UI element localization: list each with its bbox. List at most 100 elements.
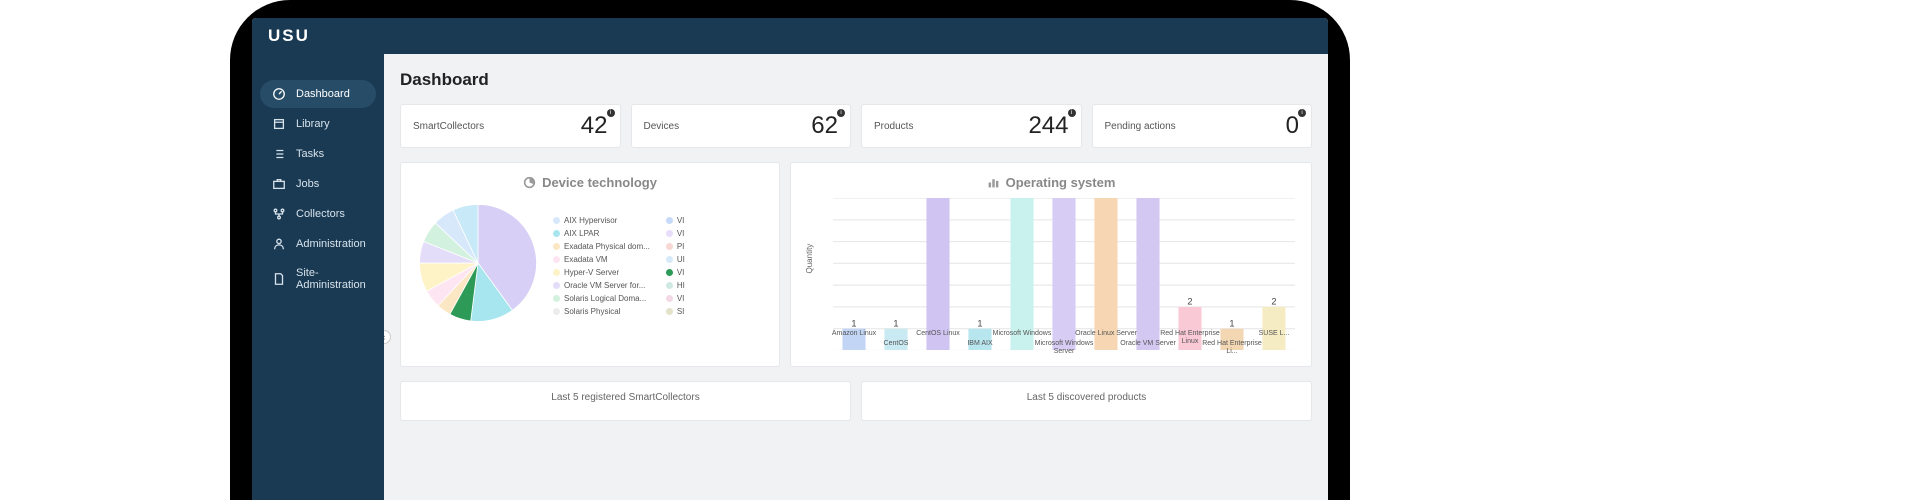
info-icon[interactable]: i [1068, 109, 1076, 117]
legend-label: VI [677, 268, 685, 277]
legend-swatch [666, 295, 673, 302]
legend-swatch [553, 295, 560, 302]
stat-card-smartcollectors[interactable]: iSmartCollectors42 [400, 104, 621, 148]
legend-label: VI [677, 229, 685, 238]
legend-swatch [553, 269, 560, 276]
legend-item[interactable]: Solaris Physical [553, 307, 650, 316]
legend-item[interactable]: PI [666, 242, 685, 251]
bar[interactable] [1094, 198, 1117, 350]
body: Dashboard Library Tasks JobsCollectors Admin… [252, 54, 1328, 500]
legend-label: AIX Hypervisor [564, 216, 617, 225]
stat-label: Devices [644, 121, 680, 132]
legend-swatch [553, 217, 560, 224]
main-content: ‹ Dashboard iSmartCollectors42iDevices62… [384, 54, 1328, 500]
legend-label: Solaris Logical Doma... [564, 294, 646, 303]
legend-item[interactable]: VI [666, 268, 685, 277]
device-frame: USU Dashboard Library Tasks JobsCollectors A… [230, 0, 1350, 500]
bar-category-label: IBM AIX [945, 340, 1015, 348]
legend-label: HI [677, 281, 685, 290]
sidebar-item-collectors[interactable]: Collectors [260, 200, 376, 228]
sidebar-collapse-handle[interactable]: ‹ [384, 330, 391, 344]
legend-label: Exadata VM [564, 255, 608, 264]
legend-label: SI [677, 307, 685, 316]
pie-title-text: Device technology [542, 175, 657, 190]
sidebar-item-dashboard[interactable]: Dashboard [260, 80, 376, 108]
stat-label: Pending actions [1105, 121, 1176, 132]
sidebar-item-library[interactable]: Library [260, 110, 376, 138]
stat-card-pending-actions[interactable]: i Pending actions 0 [1092, 104, 1313, 148]
bar[interactable] [1136, 198, 1159, 350]
legend-swatch [666, 243, 673, 250]
stat-value: 0 [1286, 112, 1299, 140]
library-icon [272, 117, 286, 131]
legend-item[interactable]: HI [666, 281, 685, 290]
sidebar-item-site-administration[interactable]: Site-Administration [260, 260, 376, 298]
bar-chart-icon [987, 176, 1000, 189]
legend-swatch [553, 230, 560, 237]
sidebar-item-label: Dashboard [296, 88, 350, 100]
bar-category-label: CentOS [861, 340, 931, 348]
sidebar: Dashboard Library Tasks JobsCollectors Admin… [252, 54, 384, 500]
pie-legend: AIX Hypervisor AIX LPAR Exadata Physical d… [553, 216, 685, 316]
legend-swatch [553, 243, 560, 250]
info-icon[interactable]: i [1298, 109, 1306, 117]
bar-category-label: Microsoft Windows [987, 330, 1057, 338]
legend-swatch [553, 256, 560, 263]
bar-value-label: 1 [851, 318, 856, 328]
user-icon [272, 237, 286, 251]
legend-item[interactable]: AIX LPAR [553, 229, 650, 238]
stat-value: 62 [811, 112, 838, 140]
legend-item[interactable]: Solaris Logical Doma... [553, 294, 650, 303]
legend-label: VI [677, 294, 685, 303]
legend-item[interactable]: VI [666, 216, 685, 225]
stat-value: 244 [1028, 112, 1068, 140]
sidebar-item-label: Tasks [296, 148, 324, 160]
device-technology-title: Device technology [413, 175, 767, 190]
legend-item[interactable]: AIX Hypervisor [553, 216, 650, 225]
bar[interactable] [926, 198, 949, 350]
bar[interactable] [1010, 198, 1033, 350]
bar-category-label: SUSE L... [1239, 330, 1309, 338]
bar[interactable] [1052, 198, 1075, 350]
bar-category-label: Microsoft Windows Server [1029, 340, 1099, 355]
bar-title-text: Operating system [1006, 175, 1116, 190]
legend-swatch [553, 308, 560, 315]
legend-label: PI [677, 242, 685, 251]
bar-body: Quantity 0123456711717777212 Amazon Linu… [803, 198, 1299, 358]
sidebar-item-tasks[interactable]: Tasks [260, 140, 376, 168]
legend-item[interactable]: Exadata Physical dom... [553, 242, 650, 251]
info-icon[interactable]: i [607, 109, 615, 117]
bar-category-label: Red Hat Enterprise Li... [1197, 340, 1267, 355]
topbar: USU [252, 18, 1328, 54]
legend-swatch [666, 230, 673, 237]
sidebar-item-label: Library [296, 118, 330, 130]
legend-item[interactable]: Hyper-V Server [553, 268, 650, 277]
legend-item[interactable]: UI [666, 255, 685, 264]
sidebar-item-administration[interactable]: Administration [260, 230, 376, 258]
sidebar-item-label: Administration [296, 238, 366, 250]
briefcase-icon [272, 177, 286, 191]
legend-item[interactable]: SI [666, 307, 685, 316]
doc-icon [272, 272, 286, 286]
legend-swatch [666, 269, 673, 276]
info-icon[interactable]: i [837, 109, 845, 117]
page-title: Dashboard [400, 70, 1312, 90]
legend-item[interactable]: Oracle VM Server for... [553, 281, 650, 290]
stat-card-devices[interactable]: i Devices 62 [631, 104, 852, 148]
legend-swatch [553, 282, 560, 289]
stat-label: SmartCollectors [413, 121, 484, 132]
gauge-icon [272, 87, 286, 101]
screen: USU Dashboard Library Tasks JobsCollectors A… [252, 18, 1328, 500]
stat-card-products[interactable]: iProducts244 [861, 104, 1082, 148]
chart-row: Device technology AIX Hypervisor AIX LPAR… [400, 162, 1312, 367]
legend-swatch [666, 282, 673, 289]
sidebar-item-jobs[interactable]: Jobs [260, 170, 376, 198]
legend-label: AIX LPAR [564, 229, 599, 238]
legend-label: Oracle VM Server for... [564, 281, 645, 290]
stat-row: iSmartCollectors42iDevices62iProducts244… [400, 104, 1312, 148]
list-icon [272, 147, 286, 161]
legend-item[interactable]: Exadata VM [553, 255, 650, 264]
legend-item[interactable]: VI [666, 229, 685, 238]
operating-system-title: Operating system [803, 175, 1299, 190]
legend-item[interactable]: VI [666, 294, 685, 303]
